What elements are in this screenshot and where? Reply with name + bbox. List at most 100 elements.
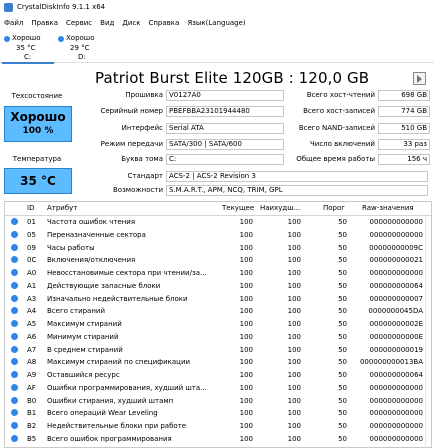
host-writes-value: 774 GB (378, 106, 430, 117)
status-dot-icon (11, 281, 18, 289)
table-row[interactable]: 01 Частота ошибок чтения 100 100 50 000000000… (5, 216, 431, 227)
row-current: 100 (239, 281, 253, 290)
transfer-mode-value: SATA/300 | SATA/600 (166, 139, 284, 150)
drive-letter: D: (78, 53, 86, 61)
table-row[interactable]: 0C Включения/отключения 100 100 50 0000000000… (5, 254, 431, 265)
row-worst: 100 (287, 230, 301, 239)
row-current: 100 (239, 320, 253, 328)
table-row[interactable]: A5 Максимум стираний 100 100 50 00000000002E (5, 318, 431, 329)
table-row[interactable]: B2 Недействительные блоки при работе 100 10… (5, 420, 431, 431)
status-dot-icon (11, 434, 18, 442)
row-attribute: В среднем стираний (47, 345, 123, 354)
table-row[interactable]: A3 Изначально недействительные блоки 100 10… (5, 292, 431, 304)
row-raw: 0000000045DA (368, 307, 423, 316)
row-id: A5 (27, 320, 37, 328)
table-row[interactable]: A0 Невосстановимые сектора при чтении/за.… (5, 267, 431, 278)
table-row[interactable]: 05 Переназначенные сектора 100 100 50 0000000… (5, 229, 431, 240)
table-row[interactable]: A8 Максимум стираний по спецификации 100 10… (5, 356, 431, 367)
drive-status: Хорошо (12, 34, 41, 42)
row-raw: 000000000000 (369, 434, 423, 443)
row-id: B2 (27, 422, 37, 430)
row-threshold: 50 (338, 230, 347, 239)
col-threshold[interactable]: Порог (323, 204, 345, 212)
row-current: 100 (239, 434, 253, 443)
menu-language[interactable]: Язык(Language) (187, 19, 245, 27)
table-row[interactable]: B1 Всего операций Wear Leveling 100 100 50 00… (5, 407, 431, 418)
health-status: Хорошо (10, 110, 66, 124)
row-current: 100 (239, 396, 253, 405)
firmware-label: Прошивка (125, 91, 163, 99)
status-dot-icon (4, 36, 10, 42)
row-attribute: Максимум стираний по спецификации (47, 358, 191, 367)
smart-table[interactable]: ID Атрибут Текущее Наихудш... Порог Raw-… (4, 201, 432, 448)
health-label: Техсостояние (11, 92, 63, 100)
row-id: 0C (27, 256, 37, 265)
status-dot-icon (11, 320, 18, 327)
drive-bar: Хорошо 35 °C C: Хорошо 29 °C D: (0, 30, 434, 64)
drive-tab-c[interactable]: Хорошо 35 °C C: (2, 32, 54, 64)
menu-view[interactable]: Вид (100, 19, 114, 27)
row-raw: 000000000000 (369, 409, 423, 418)
table-row[interactable]: 09 Часы работы 100 100 50 00000000009C (5, 241, 431, 253)
table-row[interactable]: A6 Минимум стираний 100 100 50 00000000000E (5, 331, 431, 342)
status-dot-icon (11, 383, 18, 391)
row-current: 100 (239, 269, 253, 277)
row-attribute: Изначально недействительные блоки (47, 294, 188, 303)
status-dot-icon (11, 269, 18, 276)
row-id: A3 (27, 294, 37, 303)
features-value: S.M.A.R.T., APM, NCQ, TRIM, GPL (166, 185, 428, 196)
table-row[interactable]: A9 Оставшийся ресурс 100 100 50 000000000064 (5, 369, 431, 380)
row-current: 100 (239, 422, 253, 430)
row-worst: 100 (287, 243, 301, 252)
col-worst[interactable]: Наихудш... (260, 204, 300, 212)
row-raw: 000000000000 (369, 396, 423, 405)
row-attribute: Действующие запасные блоки (47, 281, 161, 290)
row-id: B0 (27, 396, 37, 405)
row-attribute: Ошибки программирования, худший шта... (47, 383, 207, 392)
table-row[interactable]: B5 Всего ошибок программирования 100 100 50 0… (5, 433, 431, 444)
table-row[interactable]: AF Ошибки программирования, худший шта...… (5, 382, 431, 393)
menu-help[interactable]: Справка (148, 19, 179, 27)
menu-service[interactable]: Сервис (66, 19, 92, 27)
row-id: A4 (27, 307, 37, 316)
nand-writes-label: Всего NAND-записей (298, 124, 375, 132)
temperature-box[interactable]: 35 °C (4, 168, 72, 194)
row-attribute: Ошибки стирания, худший штамп (47, 396, 174, 405)
table-row[interactable]: B0 Ошибки стирания, худший штамп 100 100 50 0… (5, 394, 431, 406)
table-row[interactable]: A7 В среднем стираний 100 100 50 000000000019 (5, 343, 431, 355)
drive-tab-d[interactable]: Хорошо 29 °C D: (56, 32, 108, 62)
row-threshold: 50 (338, 358, 347, 367)
status-dot-icon (11, 218, 18, 225)
row-id: A6 (27, 332, 37, 341)
table-row[interactable]: A4 Всего стираний 100 100 50 0000000045DA (5, 305, 431, 316)
row-worst: 100 (287, 269, 301, 277)
row-id: AF (27, 383, 36, 392)
standard-value: ACS-2 | ACS-2 Revision 3 (166, 171, 428, 182)
row-raw: 000000000019 (369, 345, 423, 354)
refresh-icon[interactable] (413, 72, 426, 85)
row-worst: 100 (287, 383, 301, 392)
row-attribute: Всего операций Wear Leveling (47, 409, 158, 418)
row-current: 100 (239, 409, 253, 418)
row-worst: 100 (287, 256, 301, 265)
row-worst: 100 (287, 409, 301, 418)
health-status-box[interactable]: Хорошо 100 % (4, 106, 72, 142)
col-attribute[interactable]: Атрибут (47, 204, 77, 212)
status-dot-icon (11, 409, 18, 417)
menu-file[interactable]: Файл (4, 19, 23, 27)
row-id: A9 (27, 371, 37, 379)
col-current[interactable]: Текущее (222, 204, 254, 212)
menu-edit[interactable]: Правка (31, 19, 58, 27)
row-raw: 00000000000E (369, 332, 423, 341)
row-current: 100 (239, 345, 253, 354)
status-dot-icon (11, 243, 18, 251)
col-raw[interactable]: Raw-значения (362, 204, 414, 212)
row-current: 100 (239, 332, 253, 341)
row-raw: 000000000064 (369, 281, 423, 290)
row-id: 05 (27, 230, 36, 239)
table-row[interactable]: A1 Действующие запасные блоки 100 100 50 0000… (5, 280, 431, 291)
menu-disk[interactable]: Диск (122, 19, 140, 27)
status-dot-icon (11, 256, 18, 264)
row-id: A0 (27, 269, 37, 277)
col-id[interactable]: ID (27, 204, 34, 212)
